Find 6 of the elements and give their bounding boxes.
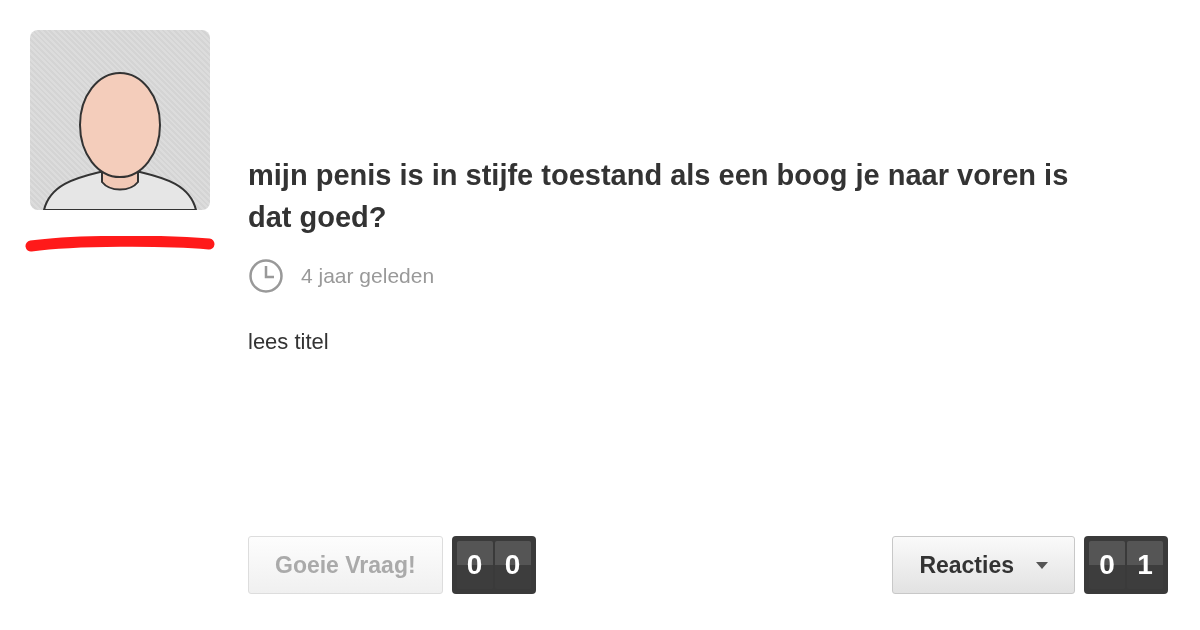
question-title: mijn penis is in stijfe toestand als een boog je naar voren is dat goed? (248, 158, 1070, 235)
question-body: lees titel (248, 329, 330, 355)
clock-icon (248, 258, 284, 294)
timestamp: 4 jaar geleden (301, 264, 435, 288)
reactions-button[interactable]: Reacties (892, 536, 1075, 594)
caret-icon (1036, 561, 1048, 569)
